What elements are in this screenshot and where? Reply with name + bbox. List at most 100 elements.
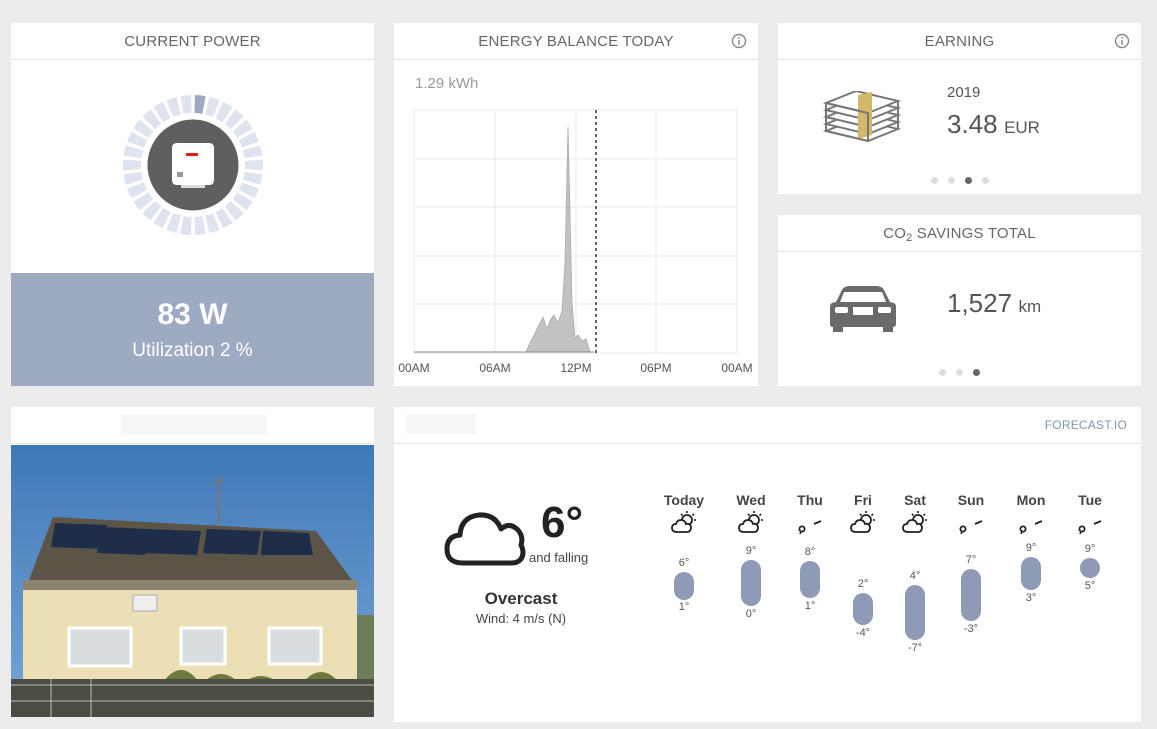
power-value: 83 W (157, 298, 228, 331)
earning-head: EARNING (778, 23, 1141, 60)
low-temp: -7° (907, 642, 923, 654)
partly-cloudy-icon (835, 510, 891, 536)
low-temp: 0° (745, 608, 757, 620)
temp-range-bar (674, 572, 694, 600)
earning-title: EARNING (924, 33, 995, 50)
rain-icon (943, 510, 999, 536)
partly-cloudy-icon (887, 510, 943, 536)
info-icon[interactable] (731, 33, 747, 49)
current-power-panel: CURRENT POWER 83 W Utilization 2 % (11, 23, 374, 386)
low-temp: -4° (855, 627, 871, 639)
high-temp: 9° (745, 545, 757, 557)
pager-dot-active[interactable] (964, 177, 972, 184)
title-placeholder (406, 414, 476, 434)
co2-distance-row: 1,527 km (947, 288, 1041, 319)
pager-dot[interactable] (947, 177, 955, 184)
current-power-summary: 83 W Utilization 2 % (11, 273, 374, 386)
low-temp: -3° (963, 623, 979, 635)
earning-pager (778, 171, 1141, 189)
earning-amount: 3.48 (947, 109, 998, 139)
current-power-title: CURRENT POWER (11, 23, 374, 60)
high-temp: 8° (804, 546, 816, 558)
money-stack-icon (822, 91, 902, 143)
low-temp: 3° (1025, 592, 1037, 604)
x-label-0: 00AM (398, 361, 430, 375)
gauge-segment-active (194, 95, 206, 114)
co2-distance: 1,527 (947, 288, 1013, 318)
high-temp: 9° (1025, 542, 1037, 554)
co2-unit: km (1018, 297, 1042, 316)
temp-range-bar (905, 585, 925, 640)
co2-pager (778, 363, 1141, 381)
utilization-text: Utilization 2 % (132, 340, 253, 361)
energy-area (414, 126, 591, 353)
photo-head (11, 407, 374, 444)
house-photo (11, 445, 374, 717)
x-label-2: 12PM (560, 361, 592, 375)
weather-head: FORECAST.IO (394, 407, 1141, 444)
energy-balance-head: ENERGY BALANCE TODAY (394, 23, 758, 60)
car-icon (830, 286, 896, 332)
earning-panel: EARNING 2019 3.48 EUR (778, 23, 1141, 194)
partly-cloudy-icon (723, 510, 779, 536)
pager-dot-active[interactable] (973, 369, 980, 376)
gauge-segment (123, 145, 144, 159)
high-temp: 7° (965, 554, 977, 566)
gauge-segment (122, 159, 142, 171)
forecast-day: Mon (1003, 492, 1059, 536)
pager-dot[interactable] (939, 369, 946, 376)
forecast-day: Tue (1062, 492, 1118, 536)
current-temperature: 6° (541, 498, 584, 547)
gauge-segment (242, 145, 263, 159)
energy-chart (413, 109, 738, 354)
x-label-3: 06PM (640, 361, 672, 375)
gauge-segment (180, 216, 192, 235)
pager-dot[interactable] (930, 177, 938, 184)
temperature-trend: and falling (529, 550, 589, 565)
pager-dot[interactable] (956, 369, 963, 376)
earning-currency: EUR (1004, 118, 1040, 137)
partly-cloudy-icon (656, 510, 712, 536)
forecast-day: Thu (782, 492, 838, 536)
forecast-provider-link[interactable]: FORECAST.IO (1045, 407, 1127, 444)
x-label-1: 06AM (479, 361, 511, 375)
energy-balance-title: ENERGY BALANCE TODAY (478, 33, 674, 50)
forecast-day: Wed (723, 492, 779, 536)
temp-range-bar (853, 593, 873, 625)
low-temp: 5° (1084, 580, 1096, 592)
gauge-segment (194, 216, 206, 235)
temp-range-bar (741, 560, 761, 606)
co2-title: CO2 SAVINGS TOTAL (778, 215, 1141, 252)
forecast-day: Sun (943, 492, 999, 536)
low-temp: 1° (804, 600, 816, 612)
gauge-segment (180, 95, 192, 114)
forecast-day: Fri (835, 492, 891, 536)
co2-panel: CO2 SAVINGS TOTAL 1,527 km (778, 215, 1141, 386)
cloud-icon (444, 512, 526, 566)
gauge-segment (242, 171, 263, 185)
earning-year: 2019 (947, 84, 981, 101)
gauge-segment (244, 159, 263, 171)
temp-range-bar (961, 569, 981, 621)
high-temp: 4° (909, 570, 921, 582)
x-label-4: 00AM (721, 361, 753, 375)
wind-info: Wind: 4 m/s (N) (475, 611, 567, 626)
rain-icon (782, 510, 838, 536)
high-temp: 9° (1084, 543, 1096, 555)
earning-amount-row: 3.48 EUR (947, 109, 1040, 140)
forecast-day: Sat (887, 492, 943, 536)
temp-range-bar (1080, 558, 1100, 578)
low-temp: 1° (678, 601, 690, 613)
forecast-day: Today (656, 492, 712, 536)
info-icon[interactable] (1114, 33, 1130, 49)
inverter-icon (172, 143, 214, 188)
title-placeholder (121, 415, 267, 435)
energy-balance-panel: ENERGY BALANCE TODAY 1.29 kWh 00AM 06AM … (394, 23, 758, 386)
rain-icon (1003, 510, 1059, 536)
high-temp: 2° (857, 578, 869, 590)
inverter-gauge (122, 95, 263, 235)
rain-icon (1062, 510, 1118, 536)
temp-range-bar (800, 561, 820, 598)
pager-dot[interactable] (981, 177, 989, 184)
photo-panel (11, 407, 374, 717)
